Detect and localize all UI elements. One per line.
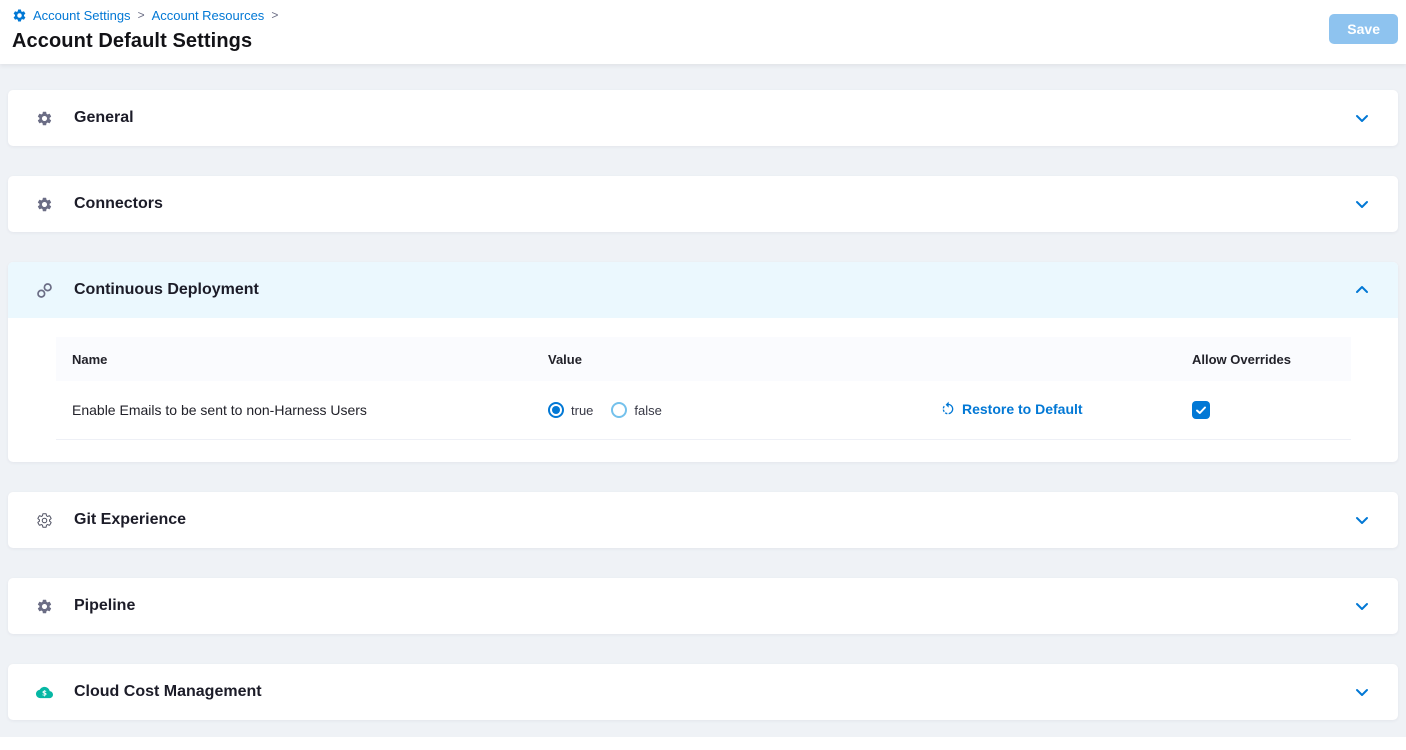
column-header-name: Name (72, 352, 548, 367)
allow-overrides-checkbox[interactable] (1192, 401, 1210, 419)
restore-to-default-link[interactable]: Restore to Default (940, 401, 1083, 417)
breadcrumb: Account Settings > Account Resources > (12, 6, 1390, 24)
radio-option-true[interactable]: true (548, 402, 593, 418)
breadcrumb-account-settings[interactable]: Account Settings (33, 8, 131, 23)
chevron-down-icon[interactable] (1354, 512, 1370, 528)
page-title: Account Default Settings (12, 30, 1390, 53)
radio-label: false (634, 403, 661, 418)
column-header-value: Value (548, 352, 940, 367)
section-title: Cloud Cost Management (74, 683, 262, 701)
section-title: Connectors (74, 195, 163, 213)
gear-icon (36, 598, 53, 615)
section-header-cloud-cost-management[interactable]: $ Cloud Cost Management (8, 664, 1398, 720)
chevron-down-icon[interactable] (1354, 110, 1370, 126)
page-header: Account Settings > Account Resources > A… (0, 0, 1406, 64)
section-connectors: Connectors (8, 176, 1398, 232)
section-header-connectors[interactable]: Connectors (8, 176, 1398, 232)
section-header-general[interactable]: General (8, 90, 1398, 146)
bottom-strip (0, 737, 1406, 750)
section-title: Pipeline (74, 597, 135, 615)
settings-panel: General Connectors Continuous Deployment (0, 64, 1406, 737)
setting-value-radio-group: true false (548, 402, 940, 418)
radio-label: true (571, 403, 593, 418)
gear-icon (36, 110, 53, 127)
restore-label: Restore to Default (962, 401, 1083, 417)
breadcrumb-separator: > (137, 8, 146, 22)
section-git-experience: Git Experience (8, 492, 1398, 548)
gear-icon (36, 196, 53, 213)
section-general: General (8, 90, 1398, 146)
column-header-allow-overrides: Allow Overrides (1192, 352, 1332, 367)
chevron-down-icon[interactable] (1354, 598, 1370, 614)
settings-gear-icon (12, 8, 27, 23)
radio-option-false[interactable]: false (611, 402, 661, 418)
cd-settings-table: Name Value Allow Overrides Enable Emails… (8, 318, 1398, 462)
section-pipeline: Pipeline (8, 578, 1398, 634)
breadcrumb-account-resources[interactable]: Account Resources (152, 8, 265, 23)
table-header-row: Name Value Allow Overrides (56, 337, 1351, 381)
save-button[interactable]: Save (1329, 14, 1398, 44)
chevron-down-icon[interactable] (1354, 196, 1370, 212)
chevron-down-icon[interactable] (1354, 684, 1370, 700)
section-title: General (74, 109, 134, 127)
svg-text:$: $ (42, 688, 47, 697)
section-header-pipeline[interactable]: Pipeline (8, 578, 1398, 634)
section-cloud-cost-management: $ Cloud Cost Management (8, 664, 1398, 720)
section-header-git-experience[interactable]: Git Experience (8, 492, 1398, 548)
section-continuous-deployment: Continuous Deployment Name Value Allow O… (8, 262, 1398, 462)
setting-name: Enable Emails to be sent to non-Harness … (72, 402, 548, 418)
section-title: Git Experience (74, 511, 186, 529)
breadcrumb-separator: > (270, 8, 279, 22)
section-title: Continuous Deployment (74, 281, 259, 299)
cloud-dollar-icon: $ (36, 684, 53, 701)
radio-unselected-icon[interactable] (611, 402, 627, 418)
section-header-continuous-deployment[interactable]: Continuous Deployment (8, 262, 1398, 318)
restore-icon (940, 401, 956, 417)
link-icon (36, 282, 53, 299)
radio-selected-icon[interactable] (548, 402, 564, 418)
gear-outline-icon (36, 512, 53, 529)
chevron-up-icon[interactable] (1354, 282, 1370, 298)
table-row: Enable Emails to be sent to non-Harness … (56, 381, 1351, 440)
